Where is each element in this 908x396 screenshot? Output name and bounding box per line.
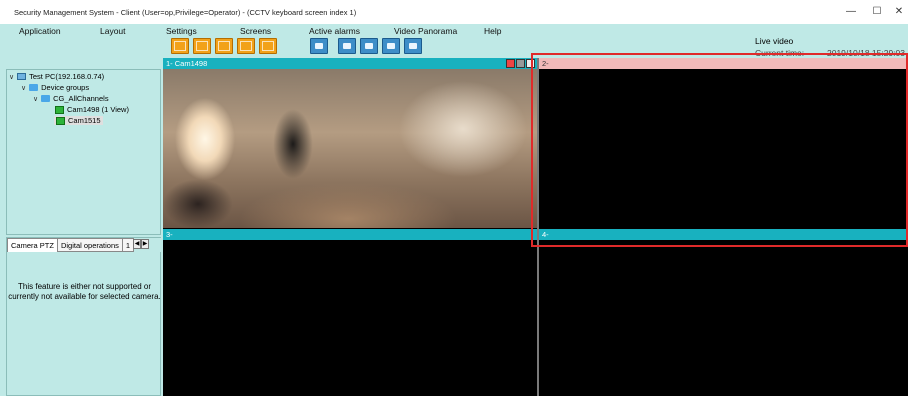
current-time-label: Current time: [755, 48, 805, 58]
camera-icon[interactable] [526, 59, 535, 68]
pane-header: 1- Cam1498 [163, 58, 537, 69]
layout-wide-icon[interactable] [237, 38, 255, 54]
ptz-tabs: Camera PTZ Digital operations 1 ◀ ▶ [7, 238, 162, 252]
status-area: Live video Current time: 2019/10/18 15:2… [755, 36, 905, 58]
menu-layout[interactable]: Layout [100, 26, 126, 36]
video-pane-1[interactable]: 1- Cam1498 [163, 58, 537, 228]
pane-label: 3- [166, 230, 173, 239]
tree-device-groups-item[interactable]: ∨ Device groups [21, 83, 89, 92]
tree-camera-item[interactable]: Cam1515 [54, 116, 103, 125]
pane-controls [506, 59, 535, 68]
playback-icon[interactable] [310, 38, 328, 54]
pane-header: 3- [163, 229, 537, 240]
tree-channel-group-item[interactable]: ∨ CG_AllChannels [33, 94, 109, 103]
video-pane-3[interactable]: 3- [163, 229, 537, 396]
minimize-button[interactable]: — [840, 4, 862, 20]
chevron-left-icon[interactable]: ◀ [133, 239, 142, 249]
layout-1x1-icon[interactable] [171, 38, 189, 54]
layout-3x3-icon[interactable] [215, 38, 233, 54]
live-video-label: Live video [755, 36, 794, 46]
tree-root-item[interactable]: ∨ Test PC(192.168.0.74) [9, 72, 104, 81]
video-feed-shadow [273, 109, 313, 179]
chevron-down-icon[interactable]: ∨ [33, 95, 38, 103]
pane-divider[interactable] [537, 58, 539, 396]
chevron-down-icon[interactable]: ∨ [9, 73, 14, 81]
close-button[interactable]: ✕ [888, 4, 908, 20]
chevron-down-icon[interactable]: ∨ [21, 84, 26, 92]
menu-settings[interactable]: Settings [166, 26, 197, 36]
layout-custom-icon[interactable] [259, 38, 277, 54]
tab-camera-ptz[interactable]: Camera PTZ [7, 238, 58, 252]
menu-active-alarms[interactable]: Active alarms [309, 26, 360, 36]
video-feed-shadow [163, 179, 233, 228]
pane-label: 4- [542, 230, 549, 239]
pane-header: 2- [539, 58, 908, 69]
record-icon[interactable] [506, 59, 515, 68]
wrench-icon[interactable] [404, 38, 422, 54]
title-bar: Security Management System - Client (Use… [0, 0, 908, 24]
search-icon[interactable] [360, 38, 378, 54]
folder-icon [29, 84, 39, 91]
maximize-button[interactable]: ☐ [866, 4, 888, 20]
menu-help[interactable]: Help [484, 26, 501, 36]
menu-application[interactable]: Application [19, 26, 61, 36]
layout-2x2-icon[interactable] [193, 38, 211, 54]
tree-root-label: Test PC(192.168.0.74) [29, 72, 105, 81]
tree-group-label: Device groups [41, 83, 90, 92]
pane-label: 2- [542, 59, 549, 68]
folder-icon [41, 95, 51, 102]
ptz-unavailable-message: This feature is either not supported or … [8, 282, 161, 301]
video-pane-2[interactable]: 2- [539, 58, 908, 228]
app-window: Security Management System - Client (Use… [0, 0, 908, 396]
camera-settings-icon[interactable] [382, 38, 400, 54]
camera-icon [55, 105, 64, 114]
tree-camera-label: Cam1498 (1 View) [67, 105, 129, 114]
video-grid: 1- Cam1498 2- 3- 4- [163, 58, 908, 396]
video-pane-4[interactable]: 4- [539, 229, 908, 396]
ptz-panel: Camera PTZ Digital operations 1 ◀ ▶ This… [6, 237, 162, 396]
current-time-value: 2019/10/18 15:29:03 [827, 48, 905, 58]
device-tree-panel: ∨ Test PC(192.168.0.74) ∨ Device groups … [6, 69, 161, 235]
snapshot-icon[interactable] [516, 59, 525, 68]
pane-header: 4- [539, 229, 908, 240]
video-feed [163, 69, 537, 228]
tree-camera-item[interactable]: Cam1498 (1 View) [55, 105, 129, 114]
chevron-right-icon[interactable]: ▶ [141, 239, 150, 249]
menu-video-panorama[interactable]: Video Panorama [394, 26, 457, 36]
tab-digital-operations[interactable]: Digital operations [56, 238, 123, 252]
computer-icon [17, 73, 27, 80]
refresh-icon[interactable] [338, 38, 356, 54]
menu-screens[interactable]: Screens [240, 26, 271, 36]
pane-label: 1- Cam1498 [166, 59, 208, 68]
tree-channel-group-label: CG_AllChannels [53, 94, 109, 103]
tree-camera-label: Cam1515 [68, 116, 101, 125]
camera-icon [56, 116, 65, 125]
window-title: Security Management System - Client (Use… [14, 8, 357, 17]
